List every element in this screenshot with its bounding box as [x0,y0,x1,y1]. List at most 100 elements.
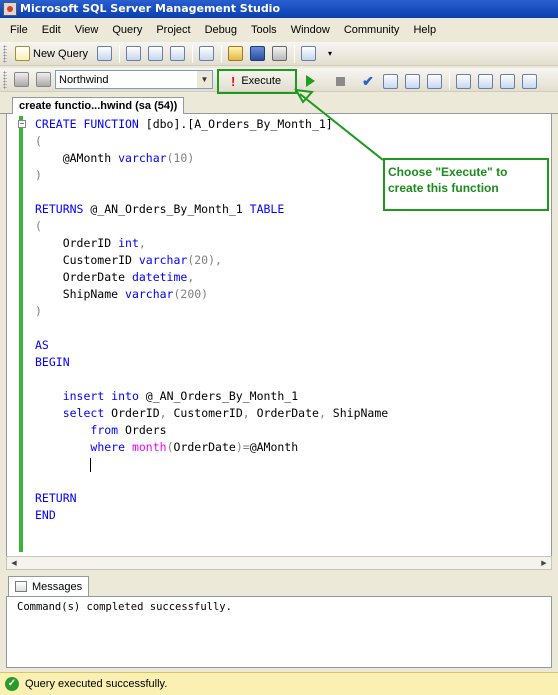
connect-button[interactable] [11,70,31,90]
database-select[interactable]: Northwind ▼ [55,70,213,89]
code-token: , [138,236,146,250]
scroll-left-icon[interactable]: ◀ [7,557,21,569]
toolbar-grip[interactable] [3,70,7,89]
code-token: CustomerID [35,253,139,267]
menu-window[interactable]: Window [284,20,337,40]
code-line[interactable]: from Orders [35,422,388,439]
scroll-right-icon[interactable]: ▶ [537,557,551,569]
tab-query-editor[interactable]: create functio...hwind (sa (54)) [12,97,185,114]
code-line[interactable] [35,184,388,201]
chevron-down-icon[interactable]: ▼ [197,71,212,88]
results-to-text-button[interactable] [519,71,539,91]
code-line[interactable]: ) [35,167,388,184]
editor-horizontal-scrollbar[interactable]: ◀ ▶ [6,556,552,570]
database-engine-query-button[interactable] [94,44,114,64]
code-token: month [131,440,167,454]
checkmark-icon: ✔ [362,72,374,89]
code-token: insert into [62,389,139,403]
save-button[interactable] [247,44,267,64]
code-line[interactable]: AS [35,337,388,354]
code-line[interactable]: RETURNS @_AN_Orders_By_Month_1 TABLE [35,201,388,218]
code-token: , [187,270,195,284]
activity-monitor-icon [300,46,316,61]
code-line[interactable]: END [35,507,388,524]
code-line[interactable] [35,320,388,337]
ssms-app-icon [3,2,17,16]
code-line[interactable]: CREATE FUNCTION [dbo].[A_Orders_By_Month… [35,116,388,133]
code-token: RETURN [35,491,77,505]
client-statistics-icon [477,73,493,89]
new-query-button[interactable]: New Query [11,44,92,64]
code-line[interactable]: select OrderID, CustomerID, OrderDate, S… [35,405,388,422]
code-token: TABLE [249,202,285,216]
menu-edit[interactable]: Edit [35,20,68,40]
code-line[interactable]: CustomerID varchar(20), [35,252,388,269]
messages-icon [15,581,27,592]
change-tracking-bar [19,116,23,552]
code-token: OrderID [35,236,119,250]
code-line[interactable] [35,456,388,473]
menu-help[interactable]: Help [406,20,443,40]
code-line[interactable] [35,473,388,490]
analysis-dmx-button[interactable] [145,44,165,64]
code-line[interactable]: ) [35,303,388,320]
code-line[interactable]: ( [35,133,388,150]
code-line[interactable]: @AMonth varchar(10) [35,150,388,167]
code-token: ShipName [325,406,389,420]
code-token: where [90,440,126,454]
code-line[interactable]: OrderDate datetime, [35,269,388,286]
activity-monitor-button[interactable] [298,44,318,64]
code-line[interactable]: BEGIN [35,354,388,371]
code-token: OrderID [104,406,160,420]
annotation-callout: Choose "Execute" to create this function [383,158,549,211]
code-line[interactable] [35,371,388,388]
results-to-button[interactable] [424,71,444,91]
toolbar-separator [119,44,121,63]
parse-button[interactable]: ✔ [358,71,378,91]
toolbar-options-button[interactable]: ▾ [320,44,340,64]
tab-messages[interactable]: Messages [8,576,90,596]
code-token: AS [35,338,49,352]
code-token: OrderDate [173,440,236,454]
print-button[interactable] [269,44,289,64]
code-token: (20), [187,253,222,267]
open-file-button[interactable] [225,44,245,64]
menu-file[interactable]: File [4,20,35,40]
code-line[interactable]: ShipName varchar(200) [35,286,388,303]
code-line[interactable]: RETURN [35,490,388,507]
code-token: BEGIN [35,355,70,369]
code-line[interactable]: OrderID int, [35,235,388,252]
analysis-xmla-button[interactable] [167,44,187,64]
toolbar-grip[interactable] [3,44,7,63]
toolbar-separator [192,44,194,63]
menu-debug[interactable]: Debug [198,20,244,40]
debug-button[interactable] [300,71,320,91]
code-line[interactable]: where month(OrderDate)=@AMonth [35,439,388,456]
code-line[interactable]: ( [35,218,388,235]
code-line[interactable]: insert into @_AN_Orders_By_Month_1 [35,388,388,405]
display-estimated-plan-button[interactable] [380,71,400,91]
menu-project[interactable]: Project [149,20,197,40]
query-designer-button[interactable] [402,71,422,91]
include-actual-plan-button[interactable] [453,71,473,91]
code-token: Orders [118,423,167,437]
sql-code[interactable]: CREATE FUNCTION [dbo].[A_Orders_By_Month… [35,116,388,524]
menu-view[interactable]: View [68,20,106,40]
menu-query[interactable]: Query [105,20,149,40]
include-client-statistics-button[interactable] [475,71,495,91]
cancel-query-button[interactable] [330,71,350,91]
connect-icon [13,72,29,87]
menu-community[interactable]: Community [337,20,407,40]
sql-mobile-button[interactable] [196,44,216,64]
results-to-grid-button[interactable] [497,71,517,91]
messages-pane[interactable]: Command(s) completed successfully. [6,596,552,668]
code-token: ) [35,168,42,182]
code-token: datetime [131,270,188,284]
collapse-toggle-icon[interactable]: − [18,120,26,128]
code-token: @AMonth [249,440,299,454]
menu-tools[interactable]: Tools [244,20,284,40]
analysis-mdx-button[interactable] [123,44,143,64]
change-connection-button[interactable] [33,70,53,90]
